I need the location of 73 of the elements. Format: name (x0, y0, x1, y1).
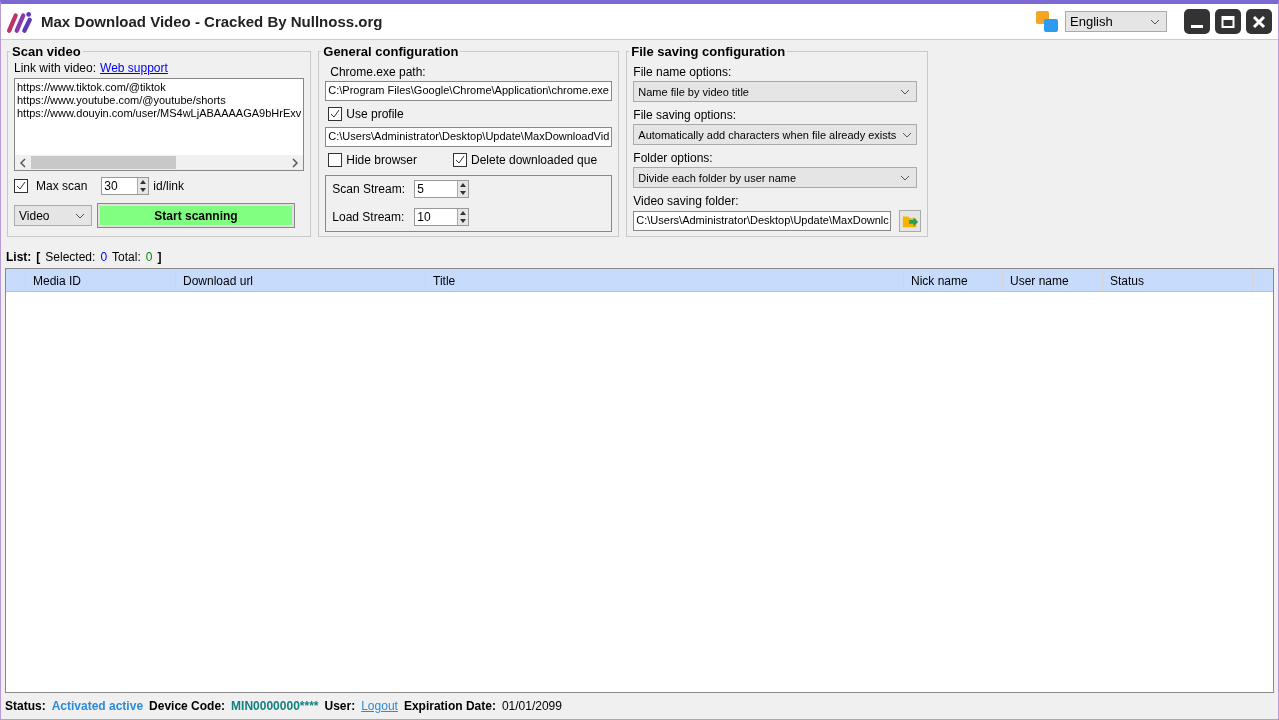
checkbox-label: Use profile (346, 107, 404, 121)
spinner-arrows-icon[interactable] (457, 209, 469, 225)
field-label: File saving options: (633, 108, 738, 122)
maximize-icon (1221, 14, 1235, 29)
media-type-select[interactable]: Video (14, 205, 92, 226)
panel-title: Scan video (11, 44, 82, 59)
bracket: [ (36, 250, 41, 264)
chrome-path-field[interactable]: C:\Program Files\Google\Chrome\Application\chrome.exe (325, 81, 613, 101)
list-label: List: (6, 250, 32, 264)
user-label: User: (324, 699, 356, 713)
expiration-value: 01/01/2099 (501, 699, 562, 713)
spinner-arrows-icon[interactable] (137, 178, 149, 194)
field-label: File name options: (633, 65, 733, 79)
selected-label: Selected: (45, 250, 96, 264)
status-value: Activated active (51, 699, 144, 713)
column-header[interactable]: Title (426, 269, 904, 291)
caret-icon (1150, 18, 1160, 25)
number-spinner[interactable]: 30 (101, 177, 150, 195)
checkbox-label: Delete downloaded que (471, 153, 598, 167)
horizontal-scrollbar[interactable] (15, 155, 304, 170)
column-header[interactable]: Nick name (904, 269, 1003, 291)
selected-count: 0 (100, 250, 108, 264)
column-header[interactable]: Status (1103, 269, 1253, 291)
device-code-value: MIN0000000**** (231, 699, 319, 713)
total-label: Total: (112, 250, 141, 264)
url-text-area[interactable]: https://www.tiktok.com/@tiktok https://www.youtube.com/@youtube/shorts https://www.douyin.com/user/MS4wLjABAAAAGA9bHrExv (14, 78, 305, 171)
expiration-label: Expiration Date: (403, 699, 496, 713)
browse-folder-button[interactable] (899, 210, 922, 232)
option-select[interactable]: Name file by video title (633, 81, 918, 102)
panel-title: File saving configuration (630, 44, 787, 59)
field-label: Video saving folder: (633, 194, 740, 208)
window-title: Max Download Video - Cracked By Nullnoss.org (41, 13, 383, 30)
spinner-arrows-icon[interactable] (457, 181, 469, 197)
field-label: Chrome.exe path: (330, 65, 427, 79)
status-label: Status: (5, 699, 46, 713)
panel-title: General configuration (322, 44, 460, 59)
caret-icon (902, 131, 913, 138)
start-scanning-button[interactable]: Start scanning (98, 204, 294, 227)
caret-icon (900, 174, 911, 181)
web-support-link[interactable]: Web support (100, 61, 168, 75)
column-header[interactable]: User name (1003, 269, 1103, 291)
close-button[interactable] (1246, 9, 1272, 34)
field-label: Scan Stream: (332, 182, 406, 196)
close-icon (1252, 14, 1266, 29)
checkbox[interactable] (328, 107, 343, 121)
minimize-icon (1191, 24, 1203, 28)
column-header[interactable]: Download url (176, 269, 426, 291)
option-select[interactable]: Automatically add characters when file already exists (633, 124, 918, 145)
field-label: Folder options: (633, 151, 714, 165)
number-spinner[interactable]: 5 (414, 180, 470, 198)
number-spinner[interactable]: 10 (414, 208, 470, 226)
checkbox-label: Max scan (36, 179, 88, 193)
bracket: ] (157, 250, 162, 264)
scroll-right-icon[interactable] (292, 157, 299, 168)
checkbox[interactable] (328, 153, 343, 167)
maximize-button[interactable] (1215, 9, 1241, 34)
checkbox-label: Hide browser (346, 153, 417, 167)
field-label: Link with video: (14, 61, 97, 75)
language-select[interactable]: English (1065, 11, 1167, 32)
option-select[interactable]: Divide each folder by user name (633, 167, 918, 188)
caret-icon (900, 88, 911, 95)
scroll-left-icon[interactable] (20, 157, 26, 168)
field-label: Load Stream: (332, 210, 406, 224)
profile-path-field[interactable]: C:\Users\Administrator\Desktop\Update\MaxDownloadVid (325, 127, 613, 147)
caret-icon (75, 212, 85, 219)
total-count: 0 (145, 250, 153, 264)
minimize-button[interactable] (1184, 9, 1210, 34)
column-header[interactable]: Media ID (26, 269, 176, 291)
folder-path-field[interactable]: C:\Users\Administrator\Desktop\Update\MaxDownlc (633, 211, 892, 231)
checkbox[interactable] (14, 179, 28, 193)
checkbox[interactable] (453, 153, 467, 167)
device-code-label: Device Code: (149, 699, 226, 713)
unit-label: id/link (153, 179, 185, 193)
